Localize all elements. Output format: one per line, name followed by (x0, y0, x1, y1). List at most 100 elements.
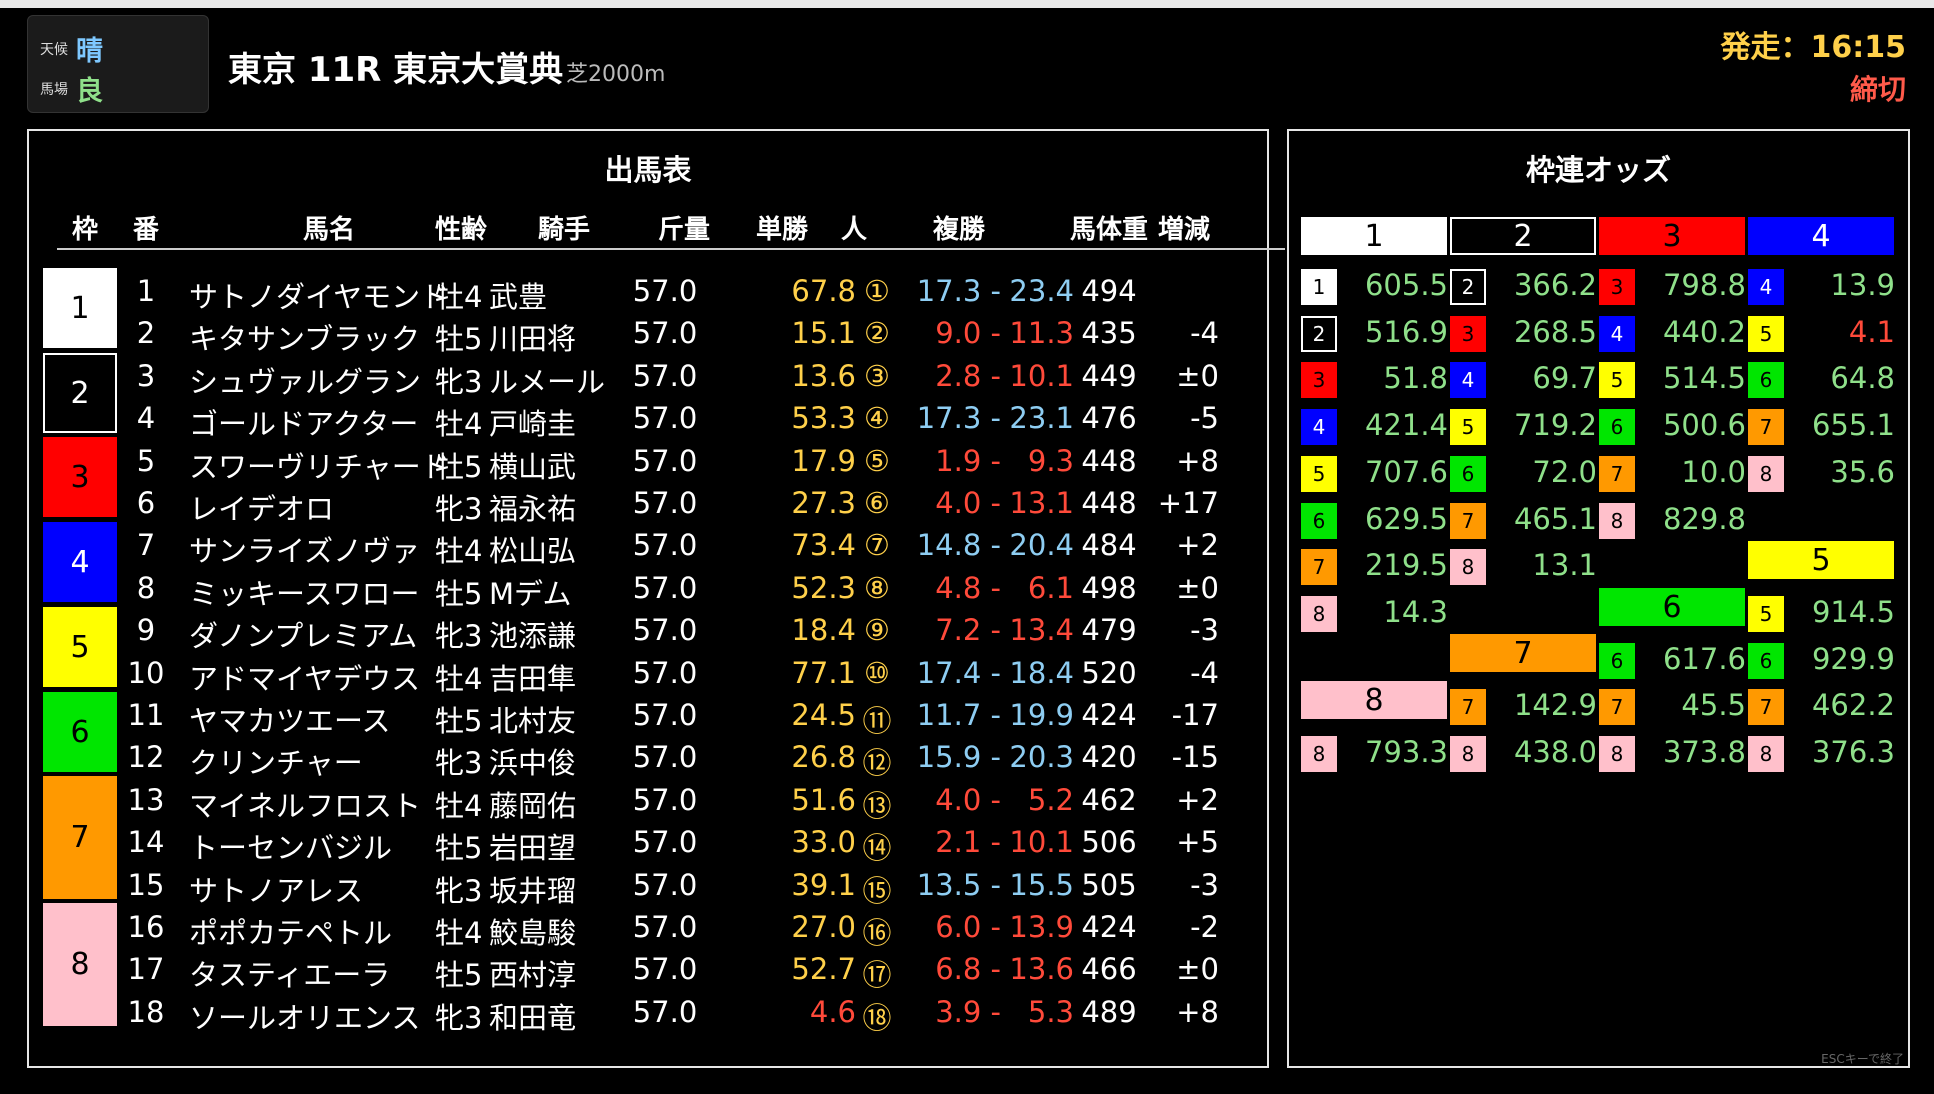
carried-weight: 57.0 (632, 698, 698, 732)
place-odds-high: 20.4 (1009, 528, 1074, 563)
track-value: 良 (76, 76, 103, 107)
odds-frame-box: 6 (1599, 642, 1635, 679)
place-odds-high: 5.2 (1027, 782, 1074, 817)
place-odds-low: 11.7 - (916, 698, 1001, 732)
odds-head-frame-1: 1 (1301, 217, 1447, 255)
header-body-weight: 馬体重 (1069, 215, 1148, 245)
table-row: 15 サトノアレス 牝3 坂井瑠 57.0 39.1 ⑮ 13.5 -15.5 505 -3 (29, 865, 1267, 908)
body-weight: 494 (1081, 274, 1137, 308)
weather-panel: 天候 晴 馬場 良 (27, 15, 209, 113)
table-row: 17 タスティエーラ 牡5 西村淳 57.0 52.7 ⑰ 6.8 -13.6 466 ±0 (29, 949, 1267, 992)
horse-name: キタサンブラック (189, 322, 421, 357)
place-odds-low: 2.1 - (935, 825, 1001, 860)
weight-diff: +17 (1157, 486, 1219, 520)
jockey-name: 浜中俊 (489, 746, 577, 781)
place-odds-high: 13.9 (1009, 910, 1074, 944)
carried-weight: 57.0 (632, 782, 698, 817)
place-odds-low: 2.8 - (935, 358, 1001, 393)
header-diff: 増減 (1157, 215, 1210, 245)
sex-age: 牡5 (435, 322, 483, 357)
sex-age: 牝3 (435, 364, 483, 399)
place-odds-high: 10.1 (1009, 825, 1074, 860)
carried-weight: 57.0 (632, 655, 698, 690)
sex-age: 牝3 (435, 746, 483, 781)
status-badge: 締切 (1849, 73, 1906, 106)
table-row: 12 クリンチャー 牝3 浜中俊 57.0 26.8 ⑫ 15.9 -20.3 420 -15 (29, 737, 1267, 781)
odds-frame-box: 7 (1450, 502, 1486, 539)
odds-frame-box: 8 (1301, 736, 1337, 772)
weight-diff: -3 (1190, 867, 1219, 902)
horse-number: 6 (136, 486, 156, 520)
weight-diff: -17 (1171, 698, 1219, 732)
body-weight: 448 (1081, 486, 1137, 520)
weight-diff: -3 (1190, 613, 1219, 648)
odds-frame-box: 7 (1301, 549, 1337, 586)
horse-name: クリンチャー (189, 746, 363, 781)
table-row: 5 スワーヴリチャード 牡5 横山武 57.0 17.9 ⑤ 1.9 -9.3 448 +8 (29, 441, 1267, 484)
jockey-name: 戸崎圭 (489, 407, 577, 442)
odds-frame-box: 8 (1748, 455, 1784, 492)
table-row: 3 シュヴァルグラン 牝3 ルメール 57.0 13.6 ③ 2.8 -10.1 449 ±0 (29, 356, 1267, 399)
track-row: 馬場 良 (40, 69, 103, 108)
weight-diff: -2 (1190, 910, 1219, 944)
horse-number: 13 (127, 782, 165, 817)
win-odds: 27.3 (791, 486, 856, 520)
jockey-name: 福永祐 (489, 492, 577, 526)
odds-frame-box: 1 (1301, 269, 1337, 305)
weight-diff: +8 (1176, 443, 1219, 478)
horse-number: 15 (127, 867, 165, 902)
header-number: 番 (132, 215, 159, 245)
sex-age: 牝3 (435, 873, 483, 908)
jockey-name: 川田将 (489, 322, 577, 357)
odds-value: 421.4 (1364, 408, 1448, 443)
odds-value: 366.2 (1513, 268, 1597, 302)
table-row: 10 アドマイヤデウス 牡4 吉田隼 57.0 77.1 ⑩ 17.4 -18.4 520 -4 (29, 653, 1267, 696)
horse-name: サトノアレス (189, 873, 364, 908)
body-weight: 424 (1081, 698, 1137, 732)
win-odds: 53.3 (791, 401, 856, 436)
horse-name: ソールオリエンス (189, 1000, 421, 1035)
track-label: 馬場 (40, 81, 68, 98)
win-odds: 26.8 (791, 740, 856, 775)
win-odds: 67.8 (791, 274, 856, 308)
win-odds: 77.1 (791, 655, 856, 690)
odds-frame-box: 5 (1748, 315, 1784, 352)
win-odds: 33.0 (791, 825, 856, 860)
horse-number: 12 (127, 740, 165, 775)
table-row: 8 ミッキースワロー 牡5 Mデム 57.0 52.3 ⑧ 4.8 -6.1 498 ±0 (29, 568, 1267, 611)
horse-number: 3 (136, 358, 156, 393)
weight-diff: ±0 (1176, 952, 1219, 987)
header-place: 複勝 (932, 215, 985, 245)
weight-diff: +2 (1176, 528, 1219, 563)
odds-value: 35.6 (1830, 454, 1895, 489)
table-row: 6 レイデオロ 牝3 福永祐 57.0 27.3 ⑥ 4.0 -13.1 448 +17 (29, 483, 1267, 526)
odds-frame-box: 5 (1748, 595, 1784, 632)
carried-weight: 57.0 (632, 274, 698, 308)
carried-weight: 57.0 (632, 910, 698, 944)
odds-value: 69.7 (1532, 361, 1597, 396)
win-odds: 17.9 (791, 443, 856, 478)
odds-frame-box: 5 (1301, 455, 1337, 492)
odds-value: 798.8 (1662, 268, 1746, 302)
place-odds-high: 6.1 (1027, 570, 1074, 605)
carried-weight: 57.0 (632, 952, 698, 987)
odds-frame-box: 4 (1450, 362, 1486, 399)
jockey-name: 松山弘 (489, 534, 577, 569)
odds-head-frame-5: 5 (1748, 541, 1894, 579)
body-weight: 506 (1081, 825, 1137, 860)
horse-number: 14 (127, 825, 165, 860)
weight-diff: -4 (1190, 316, 1219, 351)
win-odds: 39.1 (791, 867, 856, 902)
carried-weight: 57.0 (632, 867, 698, 902)
odds-value: 500.6 (1662, 408, 1746, 443)
odds-value: 45.5 (1681, 688, 1746, 723)
jockey-name: 鮫島駿 (489, 916, 577, 950)
win-odds: 4.6 (809, 994, 856, 1029)
odds-frame-box: 6 (1599, 409, 1635, 446)
odds-head-frame-8: 8 (1301, 681, 1447, 719)
odds-head-frame-3: 3 (1599, 217, 1745, 255)
header-divider (57, 248, 1285, 250)
table-row: 4 ゴールドアクター 牡4 戸崎圭 57.0 53.3 ④ 17.3 -23.1 476 -5 (29, 398, 1267, 442)
odds-head-frame-2: 2 (1450, 217, 1596, 255)
horse-name: ミッキースワロー (189, 576, 420, 611)
